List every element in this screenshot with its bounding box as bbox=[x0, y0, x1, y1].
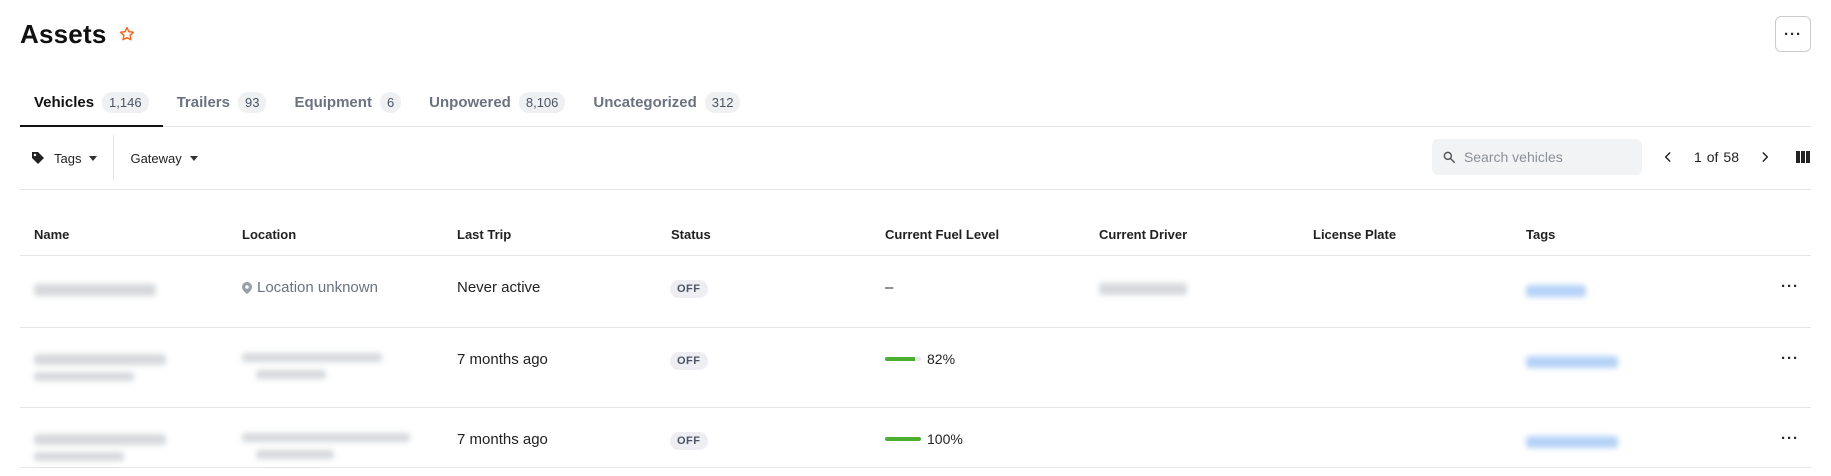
redacted-location bbox=[242, 353, 382, 362]
tab-label: Trailers bbox=[176, 93, 230, 111]
column-header-status[interactable]: Status bbox=[671, 227, 711, 242]
chevron-down-icon bbox=[89, 155, 98, 161]
next-page-button[interactable] bbox=[1751, 143, 1779, 171]
chevron-left-icon bbox=[1664, 152, 1671, 162]
column-header-license-plate[interactable]: License Plate bbox=[1313, 227, 1396, 242]
asset-tabs: Vehicles 1,146 Trailers 93 Equipment 6 U… bbox=[20, 78, 1811, 127]
row-more-button[interactable]: ··· bbox=[1781, 350, 1799, 367]
fuel-level-bar bbox=[885, 357, 921, 361]
fuel-level-fill bbox=[885, 437, 921, 441]
last-trip-cell: Never active bbox=[457, 279, 541, 296]
table-row[interactable]: Location unknown Never active OFF – ··· bbox=[20, 256, 1811, 328]
tab-label: Uncategorized bbox=[593, 93, 697, 111]
redacted-tag[interactable] bbox=[1526, 285, 1586, 297]
redacted-location-detail bbox=[256, 370, 326, 379]
total-pages: 58 bbox=[1723, 149, 1739, 165]
last-trip-cell: 7 months ago bbox=[457, 351, 548, 368]
tab-label: Vehicles bbox=[34, 93, 95, 111]
redacted-tag[interactable] bbox=[1526, 436, 1618, 448]
page-header: Assets ··· bbox=[20, 14, 1811, 54]
search-input[interactable] bbox=[1463, 149, 1624, 165]
fuel-level-fill bbox=[885, 357, 915, 361]
pagination-of: of bbox=[1706, 149, 1719, 165]
tab-equipment[interactable]: Equipment 6 bbox=[280, 78, 415, 126]
prev-page-button[interactable] bbox=[1654, 143, 1682, 171]
search-box[interactable] bbox=[1431, 139, 1642, 175]
table-header: Name Location Last Trip Status Current F… bbox=[20, 190, 1811, 256]
column-header-tags[interactable]: Tags bbox=[1526, 227, 1555, 242]
row-more-button[interactable]: ··· bbox=[1781, 430, 1799, 447]
redacted-vehicle-name bbox=[34, 284, 156, 296]
fuel-level-cell: 82% bbox=[885, 351, 955, 367]
column-header-last-trip[interactable]: Last Trip bbox=[457, 227, 511, 242]
tab-count: 6 bbox=[379, 91, 402, 113]
redacted-location-detail bbox=[256, 450, 334, 459]
redacted-driver bbox=[1099, 283, 1187, 295]
location-pin-icon bbox=[242, 281, 252, 294]
fuel-level-bar bbox=[885, 437, 921, 441]
tag-icon bbox=[30, 150, 46, 166]
redacted-vehicle-subtitle bbox=[34, 372, 134, 381]
column-header-location[interactable]: Location bbox=[242, 227, 296, 242]
table-row[interactable]: 7 months ago OFF 82% ··· bbox=[20, 328, 1811, 408]
current-page: 1 bbox=[1693, 149, 1702, 165]
table-row[interactable]: 7 months ago OFF 100% ··· bbox=[20, 408, 1811, 468]
page-more-button[interactable]: ··· bbox=[1775, 16, 1811, 52]
redacted-vehicle-name bbox=[34, 354, 166, 365]
tab-count: 1,146 bbox=[102, 91, 149, 113]
fuel-level-cell: – bbox=[885, 279, 894, 296]
location-cell: Location unknown bbox=[242, 279, 378, 296]
redacted-tag[interactable] bbox=[1526, 356, 1618, 368]
fuel-level-text: 100% bbox=[927, 431, 963, 447]
row-more-button[interactable]: ··· bbox=[1781, 278, 1799, 295]
tab-count: 8,106 bbox=[518, 91, 566, 113]
tab-uncategorized[interactable]: Uncategorized 312 bbox=[579, 78, 754, 126]
status-badge: OFF bbox=[670, 432, 708, 450]
fuel-level-cell: 100% bbox=[885, 431, 963, 447]
tab-label: Equipment bbox=[294, 93, 372, 111]
column-header-driver[interactable]: Current Driver bbox=[1099, 227, 1187, 242]
columns-icon[interactable] bbox=[1795, 149, 1811, 165]
chevron-right-icon bbox=[1762, 152, 1769, 162]
location-text: Location unknown bbox=[257, 279, 378, 296]
gateway-filter-dropdown[interactable]: Gateway bbox=[120, 142, 207, 174]
fuel-level-text: 82% bbox=[927, 351, 956, 367]
tab-count: 93 bbox=[237, 91, 267, 113]
column-header-fuel-level[interactable]: Current Fuel Level bbox=[885, 227, 999, 242]
tags-filter-label: Tags bbox=[54, 150, 82, 166]
tab-vehicles[interactable]: Vehicles 1,146 bbox=[20, 78, 163, 127]
table-controls: 1 of 58 bbox=[1431, 137, 1811, 177]
column-header-name[interactable]: Name bbox=[34, 227, 69, 242]
tab-count: 312 bbox=[704, 91, 741, 113]
tags-filter-dropdown[interactable]: Tags bbox=[20, 142, 107, 174]
status-badge: OFF bbox=[670, 352, 708, 370]
tab-unpowered[interactable]: Unpowered 8,106 bbox=[415, 78, 579, 126]
toolbar-divider bbox=[113, 135, 115, 181]
star-icon[interactable] bbox=[118, 25, 136, 43]
last-trip-cell: 7 months ago bbox=[457, 431, 548, 448]
status-badge: OFF bbox=[670, 280, 708, 298]
filter-toolbar: Tags Gateway 1 of 58 bbox=[20, 127, 1811, 190]
page-title: Assets bbox=[20, 18, 107, 49]
vehicles-table: Name Location Last Trip Status Current F… bbox=[20, 190, 1811, 468]
redacted-vehicle-subtitle bbox=[34, 452, 124, 461]
redacted-location bbox=[242, 433, 410, 442]
pagination-indicator: 1 of 58 bbox=[1694, 149, 1739, 165]
chevron-down-icon bbox=[189, 155, 198, 161]
gateway-filter-label: Gateway bbox=[130, 150, 182, 166]
tab-trailers[interactable]: Trailers 93 bbox=[163, 78, 281, 126]
search-icon bbox=[1442, 150, 1456, 164]
tab-label: Unpowered bbox=[429, 93, 511, 111]
redacted-vehicle-name bbox=[34, 434, 166, 445]
